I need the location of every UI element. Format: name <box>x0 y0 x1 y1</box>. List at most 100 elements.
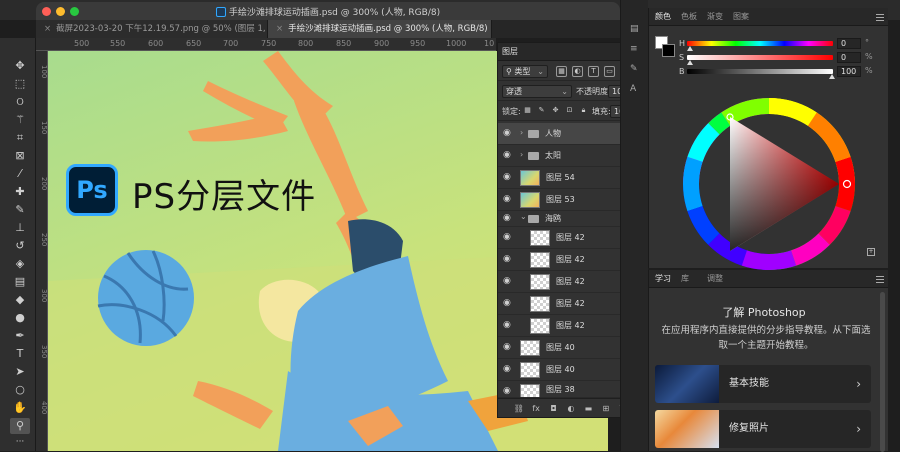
layer-row[interactable]: ◉ 图层 53 <box>498 189 636 211</box>
saturation-slider-thumb[interactable] <box>687 60 693 65</box>
expand-chevron-icon[interactable]: › <box>520 150 523 159</box>
brightness-slider-thumb[interactable] <box>829 74 835 79</box>
tutorial-card-basic-skills[interactable]: 基本技能 › <box>655 365 871 403</box>
visibility-eye-icon[interactable]: ◉ <box>503 129 512 138</box>
zoom-tool-icon[interactable]: ⚲ <box>10 418 30 434</box>
shape-filter-icon[interactable]: ▭ <box>604 66 615 77</box>
folder-icon[interactable]: ▬ <box>583 404 593 413</box>
brightness-value-field[interactable]: 100 <box>837 66 861 77</box>
frame-tool-icon[interactable]: ⊠ <box>10 148 30 164</box>
visibility-eye-icon[interactable]: ◉ <box>503 277 512 286</box>
lock-all-icon[interactable]: 🔒︎ <box>578 106 589 117</box>
pen-tool-icon[interactable]: ✒ <box>10 328 30 344</box>
history-icon[interactable]: ▤ <box>630 24 640 34</box>
close-tab-icon[interactable]: × <box>276 24 283 34</box>
crop-tool-icon[interactable]: ⌗ <box>10 130 30 146</box>
stamp-tool-icon[interactable]: ⊥ <box>10 220 30 236</box>
tab-screenshot[interactable]: × 截屏2023-03-20 下午12.19.57.png @ 50% (图层 1… <box>36 20 268 38</box>
visibility-eye-icon[interactable]: ◉ <box>503 343 512 352</box>
dodge-tool-icon[interactable]: ● <box>10 310 30 326</box>
layer-row[interactable]: ◉ 图层 42 <box>498 271 636 293</box>
move-tool-icon[interactable]: ✥ <box>10 58 30 74</box>
panel-menu-icon[interactable] <box>876 276 884 283</box>
lock-image-icon[interactable]: ✎ <box>536 106 547 117</box>
healing-tool-icon[interactable]: ✚ <box>10 184 30 200</box>
lock-position-icon[interactable]: ✥ <box>550 106 561 117</box>
layer-row[interactable]: ◉ 图层 40 <box>498 337 636 359</box>
properties-icon[interactable]: ≡ <box>630 44 640 54</box>
character-icon[interactable]: A <box>630 84 640 94</box>
brush-settings-icon[interactable]: ✎ <box>630 64 640 74</box>
expand-chevron-icon[interactable]: › <box>520 128 523 137</box>
layer-row[interactable]: ◉ 图层 42 <box>498 293 636 315</box>
learn-scrollbar[interactable] <box>880 292 885 452</box>
saturation-value-field[interactable]: 0 <box>837 52 861 63</box>
visibility-eye-icon[interactable]: ◉ <box>503 387 512 396</box>
tab-adjustments[interactable]: 调整 <box>707 270 723 288</box>
tab-patterns[interactable]: 图案 <box>733 8 749 26</box>
tab-libraries[interactable]: 库 <box>681 270 689 288</box>
history-brush-icon[interactable]: ↺ <box>10 238 30 254</box>
layer-row[interactable]: ◉ 图层 42 <box>498 227 636 249</box>
layer-row[interactable]: ◉ ⌄ 海鸥 <box>498 211 636 227</box>
add-color-icon[interactable]: + <box>867 248 875 256</box>
lock-transparent-icon[interactable]: ▦ <box>522 106 533 117</box>
brush-tool-icon[interactable]: ✎ <box>10 202 30 218</box>
hue-slider[interactable] <box>687 41 833 46</box>
tab-color[interactable]: 颜色 <box>655 8 671 26</box>
type-tool-icon[interactable]: T <box>10 346 30 362</box>
type-filter-icon[interactable]: T <box>588 66 599 77</box>
magic-wand-tool-icon[interactable]: ⚚ <box>10 112 30 128</box>
visibility-eye-icon[interactable]: ◉ <box>503 151 512 160</box>
mask-icon[interactable]: ◘ <box>549 404 559 413</box>
layer-row[interactable]: ◉ 图层 42 <box>498 315 636 337</box>
adjustment-icon[interactable]: ◐ <box>566 404 576 413</box>
layer-row[interactable]: ◉ 图层 40 <box>498 359 636 381</box>
pixel-filter-icon[interactable]: ▦ <box>556 66 567 77</box>
tab-swatches[interactable]: 色板 <box>681 8 697 26</box>
hand-tool-icon[interactable]: ✋ <box>10 400 30 416</box>
visibility-eye-icon[interactable]: ◉ <box>503 321 512 330</box>
path-select-tool-icon[interactable]: ➤ <box>10 364 30 380</box>
hue-value-field[interactable]: 0 <box>837 38 861 49</box>
marquee-tool-icon[interactable]: ⬚ <box>10 76 30 92</box>
layer-row[interactable]: ◉ 图层 54 <box>498 167 636 189</box>
brightness-slider[interactable] <box>687 69 833 74</box>
color-wheel[interactable] <box>679 94 859 274</box>
tab-gradients[interactable]: 渐变 <box>707 8 723 26</box>
layer-row[interactable]: ◉ 图层 38 <box>498 381 636 398</box>
panel-menu-icon[interactable] <box>876 14 884 21</box>
filter-kind-select[interactable]: ⚲ 类型 ⌄ <box>502 65 548 78</box>
layer-row[interactable]: ◉ 图层 42 <box>498 249 636 271</box>
eraser-tool-icon[interactable]: ◈ <box>10 256 30 272</box>
tab-learn[interactable]: 学习 <box>655 270 671 288</box>
visibility-eye-icon[interactable]: ◉ <box>503 195 512 204</box>
visibility-eye-icon[interactable]: ◉ <box>503 365 512 374</box>
fx-icon[interactable]: fx <box>531 404 541 413</box>
tab-psd[interactable]: × 手绘沙滩排球运动插画.psd @ 300% (人物, RGB/8) <box>268 20 492 38</box>
blur-tool-icon[interactable]: ◆ <box>10 292 30 308</box>
visibility-eye-icon[interactable]: ◉ <box>503 255 512 264</box>
shape-tool-icon[interactable]: ○ <box>10 382 30 398</box>
link-layers-icon[interactable]: ⛓ <box>514 404 524 413</box>
adjustment-filter-icon[interactable]: ◐ <box>572 66 583 77</box>
layer-row[interactable]: ◉ › 人物 <box>498 123 636 145</box>
more-tools-icon[interactable]: ··· <box>10 434 30 450</box>
lasso-tool-icon[interactable]: ଠ <box>10 94 30 110</box>
hue-slider-thumb[interactable] <box>687 46 693 51</box>
visibility-eye-icon[interactable]: ◉ <box>503 214 512 223</box>
new-layer-icon[interactable]: ⊞ <box>601 404 611 413</box>
lock-artboard-icon[interactable]: ⊡ <box>564 106 575 117</box>
visibility-eye-icon[interactable]: ◉ <box>503 299 512 308</box>
layer-row[interactable]: ◉ › 太阳 <box>498 145 636 167</box>
visibility-eye-icon[interactable]: ◉ <box>503 233 512 242</box>
background-color-swatch[interactable] <box>662 44 675 57</box>
eyedropper-tool-icon[interactable]: ⁄ <box>10 166 30 182</box>
tutorial-card-fix-photo[interactable]: 修复照片 › <box>655 410 871 448</box>
gradient-tool-icon[interactable]: ▤ <box>10 274 30 290</box>
tab-layers[interactable]: 图层 <box>502 43 518 61</box>
collapse-chevron-icon[interactable]: ⌄ <box>520 212 527 221</box>
saturation-slider[interactable] <box>687 55 833 60</box>
close-tab-icon[interactable]: × <box>44 24 51 34</box>
visibility-eye-icon[interactable]: ◉ <box>503 173 512 182</box>
